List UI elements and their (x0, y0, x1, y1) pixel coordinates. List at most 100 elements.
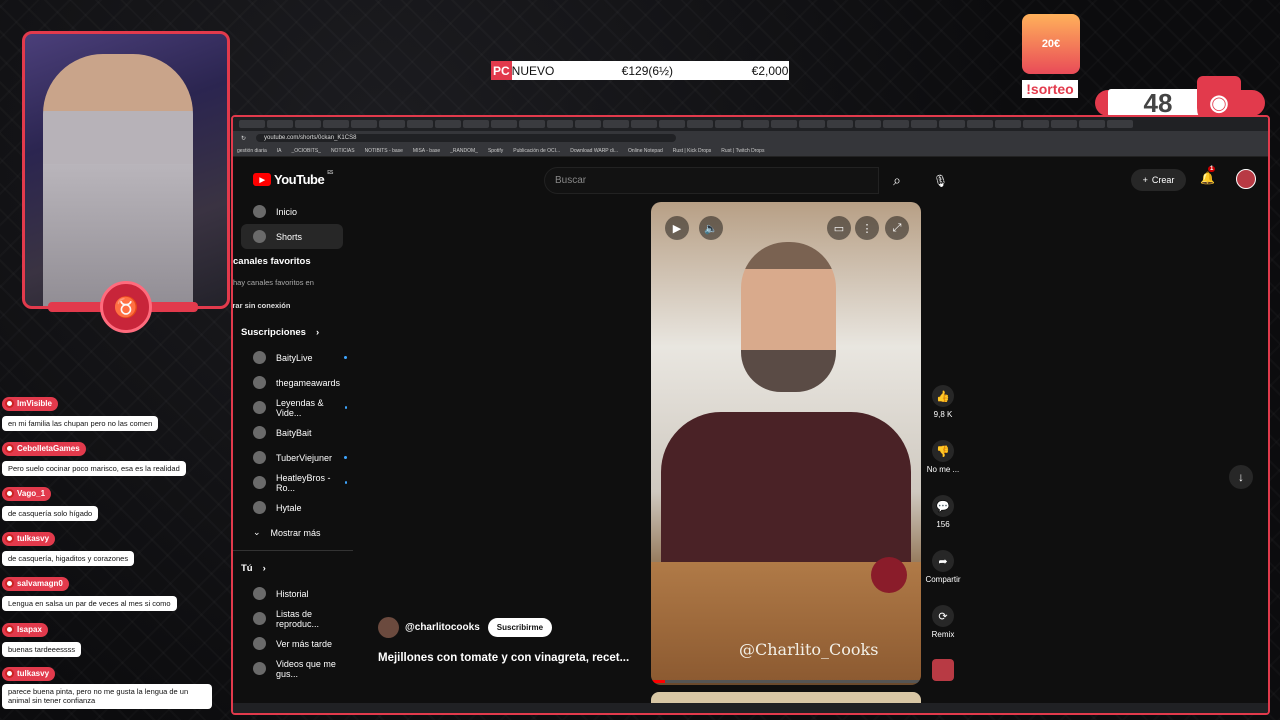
chat-message: tulkasvy de casquería, higaditos y corazo… (2, 530, 135, 567)
sidebar-item-subscription[interactable]: BaityLive (233, 345, 353, 370)
sidebar-item-liked[interactable]: Videos que me gus... (233, 656, 353, 681)
sidebar-item-historial[interactable]: Historial (233, 581, 353, 606)
share-button[interactable]: ➦ Compartir (923, 550, 963, 584)
channel-avatar-icon (253, 426, 266, 439)
sidebar-item-subscription[interactable]: TuberViejuner (233, 445, 353, 470)
history-icon (253, 587, 266, 600)
create-button[interactable]: + Crear (1131, 169, 1186, 191)
favorite-channels-header[interactable]: canales favoritos (233, 249, 353, 274)
bookmark-item[interactable]: Rust | Kick Drops (673, 148, 712, 154)
search-button[interactable]: ⌕ (879, 167, 915, 194)
sidebar-item-watch-later[interactable]: Ver más tarde (233, 631, 353, 656)
sidebar-item-subscription[interactable]: BaityBait (233, 420, 353, 445)
chat-message: Isapax buenas tardeeessss (2, 621, 82, 658)
sidebar-item-playlists[interactable]: Listas de reproduc... (233, 606, 353, 631)
comments-button[interactable]: 💬 156 (923, 495, 963, 529)
chat-user-label: Vago_1 (17, 489, 46, 498)
sidebar-item-label: Historial (276, 588, 309, 599)
fullscreen-button[interactable]: ⤢ (885, 216, 909, 240)
account-avatar[interactable] (1236, 169, 1256, 189)
voice-search-button[interactable]: 🎙 (928, 168, 953, 193)
search-input[interactable]: Buscar (544, 167, 879, 194)
sidebar-item-label: Hytale (276, 502, 302, 513)
chat-username[interactable]: salvamagn0 (2, 576, 69, 591)
chat-username[interactable]: Vago_1 (2, 486, 52, 501)
chat-username[interactable]: tulkasvy (2, 666, 56, 681)
bookmark-item[interactable]: _OCIOBITS_ (291, 148, 320, 154)
more-options-button[interactable]: ⋮ (855, 216, 879, 240)
giveaway-box: 20€ (1022, 14, 1080, 74)
volume-button[interactable]: 🔈 (699, 216, 723, 240)
play-icon: ▶ (672, 222, 682, 235)
chat-user-label: Isapax (17, 625, 42, 634)
subscribe-button[interactable]: Suscribirme (487, 618, 553, 637)
sidebar-item-subscription[interactable]: Hytale (233, 495, 353, 520)
sidebar-item-subscription[interactable]: thegameawards (233, 370, 353, 395)
platform-icon (5, 625, 14, 634)
next-button[interactable]: ↓ (1229, 465, 1253, 489)
channel-avatar[interactable] (378, 617, 399, 638)
progress-bar[interactable] (651, 680, 921, 683)
platform-icon (5, 534, 14, 543)
show-more-button[interactable]: ⌄ Mostrar más (233, 520, 353, 545)
sidebar-item-inicio[interactable]: Inicio (233, 199, 353, 224)
bookmark-item[interactable]: NOTIBITS - base (365, 148, 403, 154)
remix-button[interactable]: ⟳ Remix (923, 605, 963, 639)
channel-avatar-icon (253, 476, 266, 489)
youtube-wordmark: YouTube (274, 172, 325, 187)
channel-name[interactable]: @charlitocooks (405, 622, 480, 633)
plus-icon: + (1142, 175, 1148, 185)
tab-strip[interactable] (233, 117, 1268, 131)
share-label: Compartir (925, 575, 961, 584)
bookmark-item[interactable]: NOTICIAS (331, 148, 355, 154)
sidebar-item-label: TuberViejuner (276, 452, 333, 463)
url-field[interactable]: youtube.com/shorts/0ckan_K1CS8 (256, 134, 677, 142)
volume-icon: 🔈 (704, 222, 718, 235)
sidebar-item-label: Leyendas & Vide... (276, 397, 324, 418)
bookmark-item[interactable]: Download WARP di... (570, 148, 618, 154)
sidebar-item-label: HeatleyBros - Ro... (276, 472, 331, 493)
chef-face (741, 242, 836, 392)
bookmark-item[interactable]: _RANDOM_ (450, 148, 478, 154)
chat-text: de casquería, higaditos y corazones (2, 551, 135, 567)
reload-icon[interactable]: ↻ (241, 135, 246, 142)
subscriptions-header[interactable]: Suscripciones › (233, 320, 353, 345)
captions-button[interactable]: ▭ (827, 216, 851, 240)
youtube-logo[interactable]: ▶ YouTube ES (253, 170, 333, 187)
chat-username[interactable]: ImVisible (2, 396, 58, 411)
address-bar[interactable]: ↻ youtube.com/shorts/0ckan_K1CS8 (233, 131, 1268, 145)
webcam-feed (22, 31, 230, 309)
short-video-player[interactable]: ▶ 🔈 ▭ ⋮ ⤢ @Charlito_Cooks (651, 202, 921, 685)
play-button[interactable]: ▶ (665, 216, 689, 240)
chat-username[interactable]: tulkasvy (2, 531, 56, 546)
offline-label: Mostrar sin conexión (231, 300, 291, 310)
sound-avatar[interactable] (923, 659, 963, 684)
short-title[interactable]: Mejillones con tomate y con vinagreta, r… (378, 652, 629, 664)
progress-fill (651, 680, 665, 683)
clock-icon (253, 637, 266, 650)
chat-username[interactable]: CebolletaGames (2, 441, 86, 456)
bookmark-item[interactable]: Spotify (488, 148, 503, 154)
dislike-button[interactable]: 👎 No me ... (923, 440, 963, 474)
you-header[interactable]: Tú › (233, 556, 353, 581)
home-icon (253, 205, 266, 218)
create-label: Crear (1151, 175, 1175, 185)
sidebar-item-shorts[interactable]: Shorts (241, 224, 343, 249)
like-button[interactable]: 👍 9,8 K (923, 385, 963, 419)
bookmark-item[interactable]: Online Notepad (628, 148, 663, 154)
bookmark-item[interactable]: IA (277, 148, 282, 154)
sidebar-item-subscription[interactable]: Leyendas & Vide... (233, 395, 353, 420)
notifications-button[interactable]: 🔔 1 (1200, 166, 1216, 185)
channel-avatar-icon (253, 376, 266, 389)
sidebar-item-label: BaityBait (276, 427, 312, 438)
youtube-play-icon: ▶ (253, 173, 271, 186)
bookmark-item[interactable]: gestión diaria (237, 148, 267, 154)
bookmark-item[interactable]: MISA - base (413, 148, 440, 154)
bookmark-item[interactable]: Rust | Twitch Drops (721, 148, 764, 154)
live-dot-icon (344, 456, 347, 459)
sidebar-item-subscription[interactable]: HeatleyBros - Ro... (233, 470, 353, 495)
chat-username[interactable]: Isapax (2, 622, 48, 637)
section-title: canales favoritos (233, 256, 311, 267)
bookmark-item[interactable]: Publicación de OCI... (513, 148, 560, 154)
dislike-label: No me ... (926, 465, 960, 474)
